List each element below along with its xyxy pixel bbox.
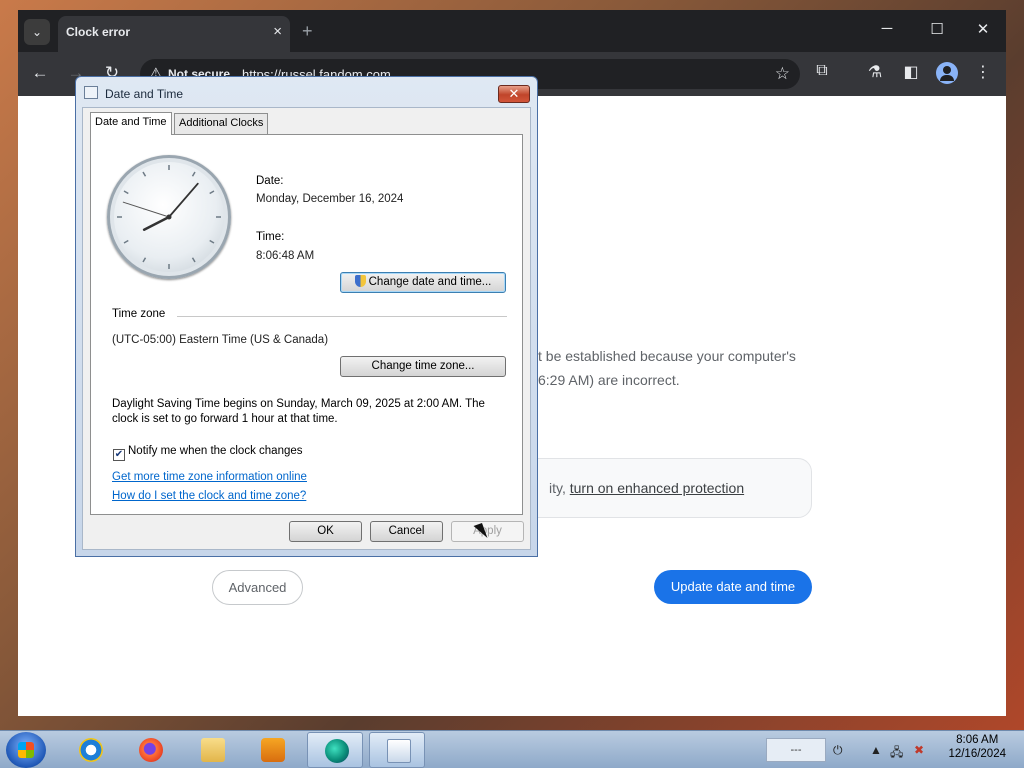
clock-tick — [123, 190, 129, 195]
taskbar: --- ⏻ ▲ 🖧 ✖ 8:06 AM 12/16/2024 — [0, 730, 1024, 768]
dst-line2: clock is set to go forward 1 hour at tha… — [112, 413, 338, 425]
timezone-info-link[interactable]: Get more time zone information online — [112, 471, 307, 483]
clock-tick — [209, 239, 215, 244]
close-window-icon[interactable]: ✕ — [968, 20, 998, 38]
bookmark-star-icon[interactable]: ☆ — [775, 64, 790, 84]
menu-kebab-icon[interactable]: ⋮ — [971, 62, 995, 82]
date-value: Monday, December 16, 2024 — [256, 193, 404, 205]
show-hidden-icons-chevron[interactable]: ▲ — [870, 743, 882, 757]
power-plug-icon[interactable]: ⏻ — [833, 743, 843, 758]
clock-tick — [191, 257, 196, 263]
clock-tick — [191, 171, 196, 177]
error-message-line2: 6:29 AM) are incorrect. — [538, 372, 680, 388]
start-button[interactable] — [6, 732, 46, 768]
taskbar-time: 8:06 AM — [956, 734, 999, 746]
volume-muted-icon[interactable]: ✖ — [914, 743, 924, 757]
clock-tick — [142, 171, 147, 177]
advanced-button[interactable]: Advanced — [212, 570, 303, 605]
tab-additional-clocks[interactable]: Additional Clocks — [174, 113, 269, 134]
tab-panel: Date: Monday, December 16, 2024 Time: 8:… — [90, 134, 523, 515]
ok-button[interactable]: OK — [289, 521, 362, 542]
dialog-title: Date and Time — [105, 87, 184, 101]
minimize-icon[interactable]: ─ — [872, 20, 902, 37]
calendar-clock-icon — [84, 86, 98, 99]
taskbar-active-app[interactable] — [307, 732, 363, 768]
taskbar-firefox[interactable] — [122, 732, 178, 768]
clock-help-link[interactable]: How do I set the clock and time zone? — [112, 490, 306, 502]
change-timezone-button[interactable]: Change time zone... — [340, 356, 506, 377]
timezone-value: (UTC-05:00) Eastern Time (US & Canada) — [112, 334, 329, 346]
file-explorer-icon — [201, 738, 225, 762]
tab-search-button[interactable]: ⌄ — [24, 19, 50, 45]
enhanced-protection-link[interactable]: turn on enhanced protection — [570, 480, 744, 496]
cancel-button[interactable]: Cancel — [370, 521, 443, 542]
media-player-icon — [261, 738, 285, 762]
taskbar-date-time[interactable] — [369, 732, 425, 768]
shield-icon — [354, 275, 366, 287]
apply-button[interactable]: Apply — [451, 521, 524, 542]
calendar-clock-icon — [387, 739, 411, 763]
side-panel-icon[interactable]: ◧ — [899, 62, 923, 82]
date-label: Date: — [256, 175, 284, 187]
tray-box[interactable]: --- — [766, 738, 826, 762]
taskbar-clock[interactable]: 8:06 AM 12/16/2024 — [948, 734, 1006, 760]
time-label: Time: — [256, 231, 285, 243]
taskbar-file-explorer[interactable] — [184, 732, 240, 768]
dialog-body: Date and Time Additional Clocks Date: Mo… — [82, 107, 531, 550]
notify-label[interactable]: Notify me when the clock changes — [128, 445, 303, 457]
taskbar-date: 12/16/2024 — [948, 748, 1006, 760]
minute-hand — [168, 182, 199, 218]
tab-title: Clock error — [66, 25, 131, 39]
error-message: t be established because your computer's… — [538, 344, 858, 392]
hour-hand — [142, 215, 171, 231]
tab-close-icon[interactable]: × — [273, 23, 282, 40]
safe-browsing-text: ity, turn on enhanced protection — [549, 480, 744, 496]
error-message-line1: t be established because your computer's — [538, 348, 796, 364]
timezone-divider — [177, 316, 507, 317]
clock-hands-svg — [117, 165, 221, 269]
update-date-time-button[interactable]: Update date and time — [654, 570, 812, 604]
analog-clock — [107, 155, 231, 279]
dst-line1: Daylight Saving Time begins on Sunday, M… — [112, 398, 485, 410]
timezone-heading: Time zone — [112, 308, 166, 320]
tab-clock-error[interactable]: Clock error × — [58, 16, 290, 52]
change-date-time-button[interactable]: Change date and time... — [340, 272, 506, 293]
change-date-time-label: Change date and time... — [368, 276, 492, 288]
clock-tick — [209, 190, 215, 195]
safe-browsing-prefix: ity, — [549, 480, 570, 496]
time-value: 8:06:48 AM — [256, 250, 315, 262]
labs-flask-icon[interactable]: ⚗ — [863, 62, 887, 82]
taskbar-media-player[interactable] — [244, 732, 300, 768]
extensions-icon[interactable]: ⧉ — [810, 62, 834, 80]
maximize-icon[interactable]: ☐ — [922, 20, 952, 38]
clock-tick — [123, 239, 129, 244]
notify-checkbox[interactable]: ✔ — [113, 449, 125, 461]
internet-explorer-icon — [79, 738, 103, 762]
second-hand — [122, 201, 170, 218]
new-tab-icon[interactable]: + — [302, 21, 313, 42]
network-icon[interactable]: 🖧 — [890, 743, 903, 764]
clock-tick — [142, 257, 147, 263]
tab-strip: ⌄ Clock error × + ─ ☐ ✕ — [18, 10, 1006, 52]
firefox-icon — [139, 738, 163, 762]
profile-avatar-icon[interactable] — [936, 62, 958, 84]
active-app-icon — [325, 739, 349, 763]
tab-date-and-time[interactable]: Date and Time — [90, 112, 172, 135]
taskbar-internet-explorer[interactable] — [62, 732, 118, 768]
close-icon[interactable]: ✕ — [498, 85, 530, 103]
back-icon[interactable]: ← — [28, 63, 52, 83]
date-time-dialog: Date and Time ✕ Date and Time Additional… — [75, 76, 538, 557]
clock-center — [166, 214, 172, 220]
